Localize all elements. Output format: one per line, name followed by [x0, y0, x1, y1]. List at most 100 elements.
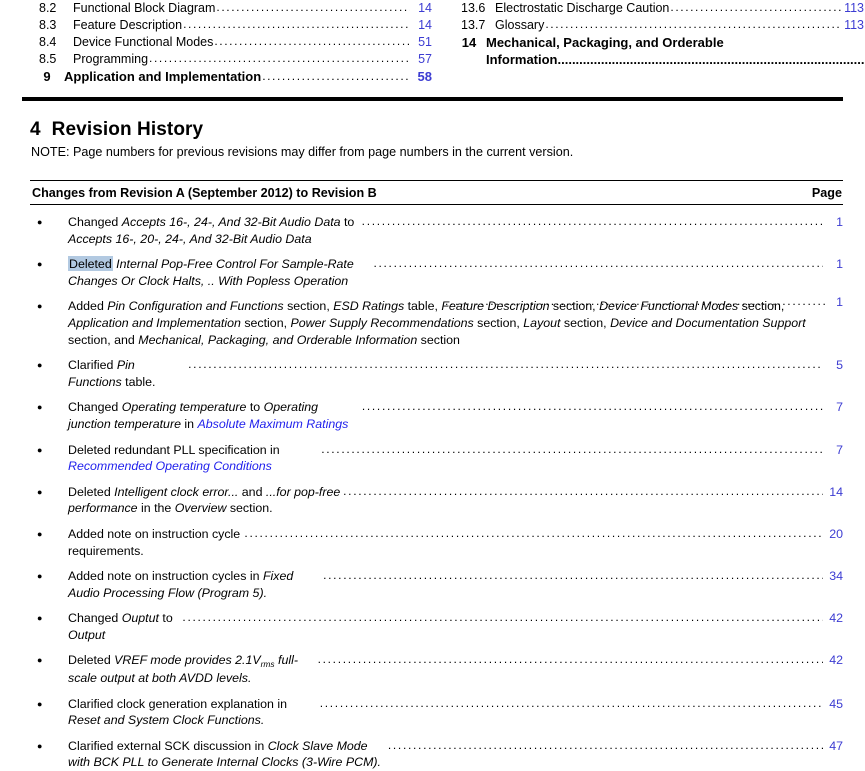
toc-entry-13-7[interactable]: 13.7 Glossary ..........................…: [452, 17, 864, 34]
leader-dots: ........................................…: [373, 255, 823, 272]
list-item-text: Deleted Intelligent clock error... and .…: [68, 484, 342, 517]
row-page-number[interactable]: 42: [825, 652, 843, 669]
text-run: in the: [138, 501, 175, 515]
list-item-content: Added note on instruction cycles in Fixe…: [68, 568, 843, 601]
toc-entry-number: 9: [30, 68, 64, 85]
italic-run: Overview: [175, 501, 227, 515]
section-divider-rule: [22, 97, 843, 101]
text-run: section,: [284, 299, 334, 313]
row-page-number[interactable]: 1: [825, 214, 843, 231]
row-page-number[interactable]: 45: [825, 696, 843, 713]
section-title: Revision History: [52, 119, 204, 140]
toc-entry-page[interactable]: 14: [412, 17, 432, 34]
text-run: Clarified external SCK discussion in: [68, 739, 268, 753]
changes-table-page-column-header: Page: [812, 186, 843, 200]
toc-entry-8-3[interactable]: 8.3 Feature Description ................…: [30, 17, 432, 34]
changes-list: ● Changed Accepts 16-, 24-, And 32-Bit A…: [30, 205, 843, 771]
toc-entry-page[interactable]: 113: [844, 17, 864, 34]
highlighted-text: Deleted: [68, 256, 113, 271]
list-item-text: Added note on instruction cycle requirem…: [68, 526, 243, 559]
text-run: Changed: [68, 400, 122, 414]
toc-entry-13-6[interactable]: 13.6 Electrostatic Discharge Caution ...…: [452, 0, 864, 17]
toc-entry-page[interactable]: 51: [412, 34, 432, 51]
toc-entry-label: Glossary: [495, 17, 544, 34]
toc-entry-number: 8.4: [30, 34, 73, 51]
list-item-content: Clarified external SCK discussion in Clo…: [68, 738, 843, 771]
list-item-text: Deleted VREF mode provides 2.1Vrms full-…: [68, 652, 317, 686]
italic-run: Mechanical, Packaging, and Orderable Inf…: [138, 333, 417, 347]
list-item-content: Clarified Pin Functions table. .........…: [68, 357, 843, 390]
list-item: ● Added note on instruction cycles in Fi…: [30, 559, 843, 601]
toc-entry-14[interactable]: 14 Mechanical, Packaging, and Orderable …: [452, 34, 864, 68]
toc-entry-page[interactable]: 58: [412, 68, 432, 85]
toc-entry-page[interactable]: 113: [844, 0, 864, 17]
toc-entry-label-line1: Mechanical, Packaging, and Orderable: [486, 34, 865, 51]
row-page-number[interactable]: 5: [825, 357, 843, 374]
italic-run: Pin Configuration and Functions: [107, 299, 283, 313]
row-page-number[interactable]: 34: [825, 568, 843, 585]
toc-leader-dots: ........................................…: [262, 68, 410, 85]
row-page-number[interactable]: 20: [825, 526, 843, 543]
italic-run: Intelligent clock error...: [114, 485, 238, 499]
text-run: table.: [122, 375, 156, 389]
text-run: Clarified clock generation explanation i…: [68, 697, 287, 711]
text-run: in: [181, 417, 198, 431]
toc-entry-number: 14: [452, 34, 486, 68]
text-run: table,: [404, 299, 441, 313]
list-item-text: Clarified clock generation explanation i…: [68, 696, 319, 729]
leader-dots: ........................................…: [445, 294, 825, 308]
list-item-text: Changed Operating temperature to Operati…: [68, 399, 361, 432]
toc-entry-label-line2: Information: [486, 51, 558, 68]
leader-dots: ........................................…: [244, 525, 823, 542]
italic-run: VREF mode provides 2.1V: [114, 653, 260, 667]
toc-leader-dots: ........................................…: [149, 50, 410, 67]
bullet-icon: ●: [30, 298, 68, 315]
list-item-text: Clarified external SCK discussion in Clo…: [68, 738, 387, 771]
row-page-number[interactable]: 42: [825, 610, 843, 627]
changes-table-title: Changes from Revision A (September 2012)…: [32, 186, 377, 200]
toc-entry-9[interactable]: 9 Application and Implementation .......…: [30, 68, 432, 86]
text-run: Deleted: [68, 485, 114, 499]
list-item: ● Deleted redundant PLL specification in…: [30, 433, 843, 475]
text-run: Deleted redundant PLL specification in: [68, 443, 280, 457]
list-item-content: Deleted VREF mode provides 2.1Vrms full-…: [68, 652, 843, 686]
toc-entry-8-4[interactable]: 8.4 Device Functional Modes ............…: [30, 34, 432, 51]
list-item-line: Added note on instruction cycle requirem…: [68, 526, 843, 559]
bullet-icon: ●: [30, 652, 68, 669]
toc-entry-page[interactable]: 57: [412, 51, 432, 68]
subscript-run: rms: [261, 659, 275, 669]
list-item-line: Deleted Intelligent clock error... and .…: [68, 484, 843, 517]
toc-leader-dots: ........................................…: [558, 51, 865, 68]
page-title: 4Revision History: [30, 119, 203, 141]
row-3-trailing-leader: ........................................…: [445, 295, 843, 309]
toc-entry-8-2[interactable]: 8.2 Functional Block Diagram ...........…: [30, 0, 432, 17]
italic-run: Output: [68, 628, 105, 642]
list-item-text: Changed Accepts 16-, 24-, And 32-Bit Aud…: [68, 214, 361, 247]
cross-reference-link[interactable]: Absolute Maximum Ratings: [198, 417, 349, 431]
bullet-icon: ●: [30, 526, 68, 543]
italic-run: Accepts 16-, 24-, And 32-Bit Audio Data: [122, 215, 341, 229]
leader-dots: ........................................…: [188, 356, 823, 373]
toc-entry-page[interactable]: 14: [412, 0, 432, 17]
text-run: Changed: [68, 215, 122, 229]
list-item-content: Changed Ouptut to Output ...............…: [68, 610, 843, 643]
list-item-text: Added note on instruction cycles in Fixe…: [68, 568, 322, 601]
list-item-line: Changed Operating temperature to Operati…: [68, 399, 843, 432]
text-run: Deleted: [68, 653, 114, 667]
row-page-number[interactable]: 7: [825, 442, 843, 459]
row-page-number[interactable]: 1: [825, 256, 843, 273]
text-run: to: [246, 400, 263, 414]
row-page-number[interactable]: 14: [825, 484, 843, 501]
italic-run: Power Supply Recommendations: [290, 316, 473, 330]
list-item-text: Clarified Pin Functions table.: [68, 357, 187, 390]
list-item-text: Changed Ouptut to Output: [68, 610, 181, 643]
list-item: ● Added note on instruction cycle requir…: [30, 517, 843, 559]
text-run: section,: [474, 316, 524, 330]
row-page-number[interactable]: 47: [825, 738, 843, 755]
row-page-number[interactable]: 7: [825, 399, 843, 416]
list-item: ● Deleted Internal Pop-Free Control For …: [30, 247, 843, 289]
row-page-number[interactable]: 1: [825, 295, 843, 309]
toc-entry-label: Device Functional Modes: [73, 34, 213, 51]
toc-entry-8-5[interactable]: 8.5 Programming ........................…: [30, 51, 432, 68]
cross-reference-link[interactable]: Recommended Operating Conditions: [68, 459, 272, 473]
